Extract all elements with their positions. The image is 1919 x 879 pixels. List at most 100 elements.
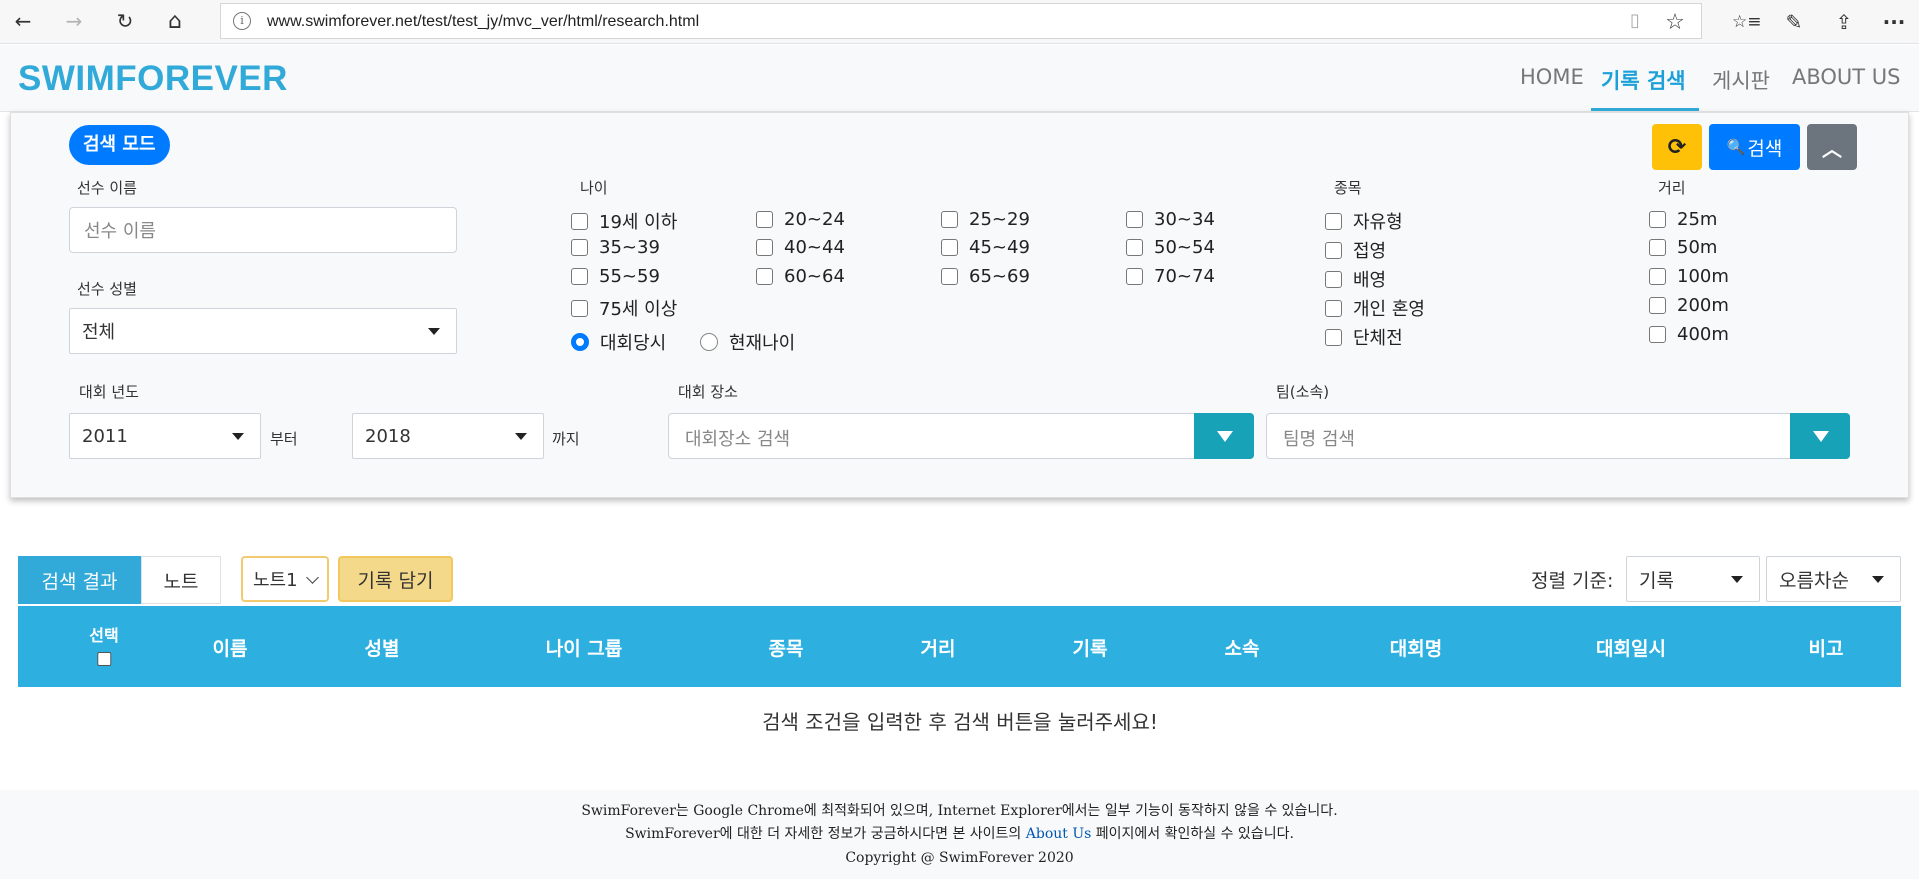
checkbox[interactable] <box>941 211 958 228</box>
checkbox[interactable] <box>1649 297 1666 314</box>
sort-order-select[interactable]: 오름차순 <box>1766 556 1901 602</box>
age-checkbox[interactable]: 19세 이하 <box>571 208 677 234</box>
select-all-checkbox[interactable] <box>96 652 111 666</box>
checkbox[interactable] <box>941 239 958 256</box>
checkbox[interactable] <box>571 239 588 256</box>
checkbox[interactable] <box>756 239 773 256</box>
stroke-checkbox[interactable]: 접영 <box>1325 237 1386 263</box>
year-to-select[interactable]: 2018 <box>352 413 544 459</box>
checkbox[interactable] <box>756 211 773 228</box>
age-checkbox[interactable]: 30~34 <box>1126 209 1215 230</box>
age-checkbox[interactable]: 75세 이상 <box>571 295 677 321</box>
nav-about-us[interactable]: ABOUT US <box>1792 65 1901 89</box>
age-checkbox[interactable]: 55~59 <box>571 266 660 287</box>
collapse-button[interactable]: ︿ <box>1807 124 1857 170</box>
column-header[interactable]: 성별 <box>365 634 400 661</box>
team-search-input[interactable]: 팀명 검색 <box>1266 413 1850 459</box>
venue-search-input[interactable]: 대회장소 검색 <box>668 413 1254 459</box>
stroke-checkbox[interactable]: 개인 혼영 <box>1325 295 1425 321</box>
column-header[interactable]: 소속 <box>1225 634 1260 661</box>
back-icon[interactable]: ← <box>6 6 40 36</box>
active-nav-indicator <box>1591 108 1699 111</box>
checkbox[interactable] <box>756 268 773 285</box>
tab-note[interactable]: 노트 <box>141 556 221 604</box>
favorite-star-icon[interactable]: ☆ <box>1663 10 1687 35</box>
checkbox[interactable] <box>1325 299 1342 317</box>
checkbox[interactable] <box>1126 268 1143 285</box>
age-option-label: 20~24 <box>784 209 845 230</box>
age-checkbox[interactable]: 65~69 <box>941 266 1030 287</box>
age-checkbox[interactable]: 35~39 <box>571 237 660 258</box>
column-header[interactable]: 거리 <box>921 634 956 661</box>
checkbox[interactable] <box>1649 211 1666 228</box>
checkbox[interactable] <box>1126 239 1143 256</box>
home-icon[interactable]: ⌂ <box>158 6 192 36</box>
checkbox[interactable] <box>1649 268 1666 285</box>
select-column-header: 선택 <box>89 622 119 666</box>
checkbox[interactable] <box>1325 212 1342 230</box>
player-name-input[interactable]: 선수 이름 <box>69 207 457 253</box>
checkbox[interactable] <box>1325 241 1342 259</box>
search-button[interactable]: 🔍 검색 <box>1709 124 1800 170</box>
checkbox[interactable] <box>1325 270 1342 288</box>
column-header[interactable]: 대회일시 <box>1596 634 1666 661</box>
age-checkbox[interactable]: 40~44 <box>756 237 845 258</box>
column-header[interactable]: 비고 <box>1809 634 1844 661</box>
stroke-checkbox[interactable]: 자유형 <box>1325 208 1403 234</box>
column-header[interactable]: 종목 <box>769 634 804 661</box>
radio-button[interactable] <box>700 333 718 351</box>
column-header[interactable]: 기록 <box>1073 634 1108 661</box>
checkbox[interactable] <box>1649 326 1666 343</box>
radio-button[interactable] <box>571 333 589 351</box>
column-header[interactable]: 나이 그룹 <box>546 634 623 661</box>
forward-icon[interactable]: → <box>57 6 91 36</box>
age-checkbox[interactable]: 70~74 <box>1126 266 1215 287</box>
nav-board[interactable]: 게시판 <box>1712 65 1770 95</box>
info-icon[interactable]: i <box>233 12 251 30</box>
year-from-select[interactable]: 2011 <box>69 413 261 459</box>
stroke-checkbox[interactable]: 배영 <box>1325 266 1386 292</box>
tab-search-results[interactable]: 검색 결과 <box>18 556 141 604</box>
checkbox[interactable] <box>1126 211 1143 228</box>
checkbox[interactable] <box>571 268 588 285</box>
brand-logo[interactable]: SWIMFOREVER <box>18 59 288 99</box>
age-checkbox[interactable]: 45~49 <box>941 237 1030 258</box>
nav-home[interactable]: HOME <box>1520 65 1584 89</box>
column-header[interactable]: 대회명 <box>1390 634 1442 661</box>
refresh-icon[interactable]: ↻ <box>108 6 142 36</box>
save-records-button[interactable]: 기록 담기 <box>338 556 453 602</box>
gender-select[interactable]: 전체 <box>69 308 457 354</box>
checkbox[interactable] <box>571 299 588 317</box>
age-checkbox[interactable]: 20~24 <box>756 209 845 230</box>
favorites-hub-icon[interactable]: ☆≡ <box>1732 8 1761 36</box>
checkbox[interactable] <box>1325 328 1342 346</box>
more-icon[interactable]: ··· <box>1880 8 1908 36</box>
age-checkbox[interactable]: 60~64 <box>756 266 845 287</box>
reader-view-icon[interactable]: ▯ <box>1623 10 1647 34</box>
column-header[interactable]: 이름 <box>213 634 248 661</box>
distance-checkbox[interactable]: 25m <box>1649 209 1717 230</box>
checkbox[interactable] <box>941 268 958 285</box>
age-checkbox[interactable]: 25~29 <box>941 209 1030 230</box>
distance-checkbox[interactable]: 100m <box>1649 266 1729 287</box>
venue-dropdown-button[interactable] <box>1194 413 1254 459</box>
nav-record-search[interactable]: 기록 검색 <box>1601 65 1686 95</box>
age-mode-radio[interactable]: 대회당시 <box>571 329 666 355</box>
note-select[interactable]: 노트1 <box>241 556 329 602</box>
distance-checkbox[interactable]: 200m <box>1649 295 1729 316</box>
age-checkbox[interactable]: 50~54 <box>1126 237 1215 258</box>
pen-icon[interactable]: ✎ <box>1780 8 1808 36</box>
sort-by-select[interactable]: 기록 <box>1626 556 1760 602</box>
reset-button[interactable]: ⟳ <box>1652 124 1702 170</box>
distance-checkbox[interactable]: 50m <box>1649 237 1717 258</box>
distance-checkbox[interactable]: 400m <box>1649 324 1729 345</box>
footer-about-link[interactable]: About Us <box>1026 826 1092 842</box>
checkbox[interactable] <box>1649 239 1666 256</box>
address-bar[interactable]: i www.swimforever.net/test/test_jy/mvc_v… <box>220 3 1702 39</box>
url-text[interactable]: www.swimforever.net/test/test_jy/mvc_ver… <box>267 13 699 31</box>
stroke-checkbox[interactable]: 단체전 <box>1325 324 1403 350</box>
age-mode-radio[interactable]: 현재나이 <box>700 329 795 355</box>
checkbox[interactable] <box>571 212 588 230</box>
share-icon[interactable]: ⇪ <box>1830 8 1858 36</box>
team-dropdown-button[interactable] <box>1790 413 1850 459</box>
